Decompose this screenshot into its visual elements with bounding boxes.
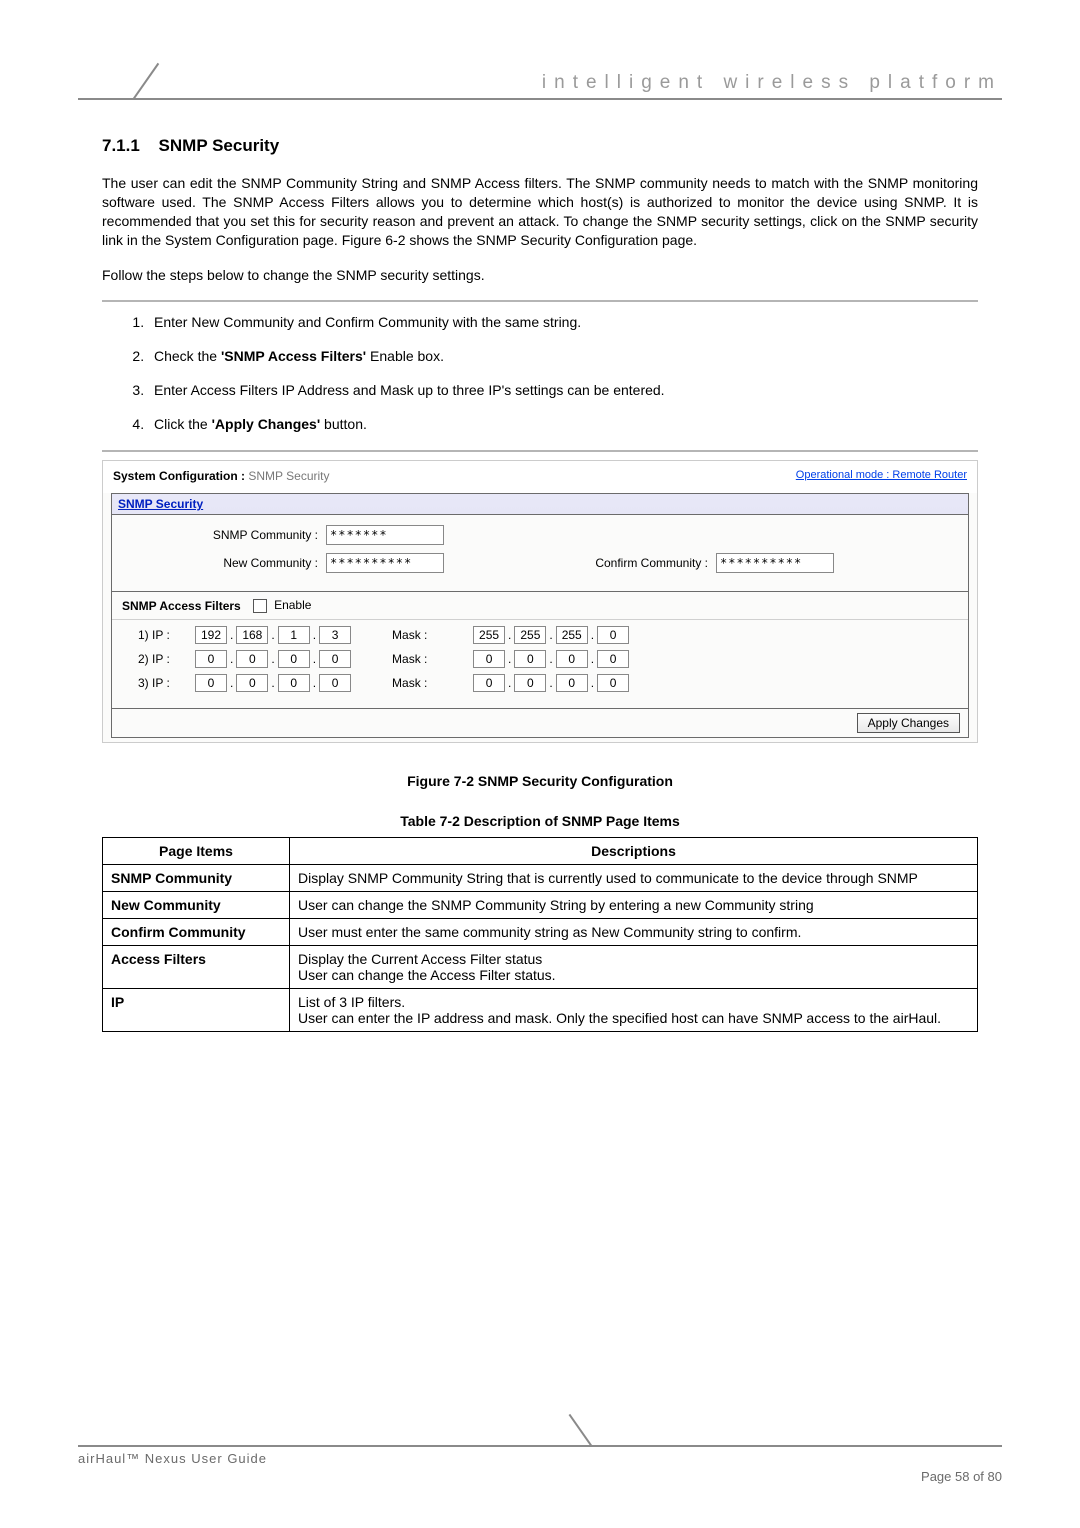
mask-octet-input[interactable]: 0	[473, 650, 505, 668]
table-row: IPList of 3 IP filters.User can enter th…	[103, 989, 978, 1032]
ip-octet-input[interactable]: 0	[236, 650, 268, 668]
table-item-cell: IP	[103, 989, 290, 1032]
step-4: Click the 'Apply Changes' button.	[148, 416, 978, 432]
mask-label: Mask :	[352, 676, 472, 690]
ip-octet-input[interactable]: 0	[236, 674, 268, 692]
ip-row-label: 1) IP :	[138, 628, 194, 642]
ip-octet-input[interactable]: 0	[195, 650, 227, 668]
paragraph-2: Follow the steps below to change the SNM…	[102, 266, 978, 285]
mask-label: Mask :	[352, 652, 472, 666]
steps-top-rule	[102, 300, 978, 302]
new-community-field[interactable]: **********	[326, 553, 444, 573]
footer-left: airHaul™ Nexus User Guide	[78, 1451, 267, 1466]
steps-bottom-rule	[102, 450, 978, 452]
confirm-community-field[interactable]: **********	[716, 553, 834, 573]
ip-octet-input[interactable]: 1	[278, 626, 310, 644]
table-item-cell: Access Filters	[103, 946, 290, 989]
ip-octet-input[interactable]: 0	[195, 674, 227, 692]
mask-octet-input[interactable]: 0	[473, 674, 505, 692]
table-row: SNMP CommunityDisplay SNMP Community Str…	[103, 865, 978, 892]
table-row: New CommunityUser can change the SNMP Co…	[103, 892, 978, 919]
mask-octet-input[interactable]: 0	[514, 650, 546, 668]
table-item-cell: New Community	[103, 892, 290, 919]
syscfg-label: System Configuration :	[113, 469, 245, 483]
paragraph-1: The user can edit the SNMP Community Str…	[102, 174, 978, 250]
mask-octet-input[interactable]: 0	[597, 674, 629, 692]
mask-octet-input[interactable]: 0	[556, 674, 588, 692]
table-desc-cell: Display the Current Access Filter status…	[290, 946, 978, 989]
mask-octet-input[interactable]: 0	[556, 650, 588, 668]
section-heading: 7.1.1 SNMP Security	[102, 136, 1002, 156]
ip-row-label: 2) IP :	[138, 652, 194, 666]
section-number: 7.1.1	[102, 136, 140, 155]
ip-row-label: 3) IP :	[138, 676, 194, 690]
ip-filter-row: 1) IP :192.168.1.3Mask :255.255.255.0	[138, 626, 948, 644]
syscfg-page: SNMP Security	[248, 469, 329, 483]
table-item-cell: SNMP Community	[103, 865, 290, 892]
operational-mode-link[interactable]: Operational mode : Remote Router	[796, 469, 967, 483]
mask-octet-input[interactable]: 0	[597, 650, 629, 668]
ip-octet-input[interactable]: 0	[319, 650, 351, 668]
steps-list: Enter New Community and Confirm Communit…	[138, 314, 978, 432]
ip-octet-input[interactable]: 0	[278, 650, 310, 668]
enable-label: Enable	[274, 598, 311, 612]
table-desc-cell: List of 3 IP filters.User can enter the …	[290, 989, 978, 1032]
ip-filter-row: 2) IP :0.0.0.0Mask :0.0.0.0	[138, 650, 948, 668]
apply-changes-button[interactable]: Apply Changes	[857, 713, 960, 733]
table-caption: Table 7-2 Description of SNMP Page Items	[78, 813, 1002, 829]
access-filters-label: SNMP Access Filters	[122, 599, 241, 613]
ip-octet-input[interactable]: 0	[319, 674, 351, 692]
enable-checkbox[interactable]	[253, 599, 267, 613]
mask-octet-input[interactable]: 255	[556, 626, 588, 644]
header-tagline: intelligent wireless platform	[542, 72, 1002, 94]
section-title-text: SNMP Security	[159, 136, 280, 155]
table-desc-cell: User can change the SNMP Community Strin…	[290, 892, 978, 919]
snmp-community-label: SNMP Community :	[126, 528, 326, 542]
table-desc-cell: Display SNMP Community String that is cu…	[290, 865, 978, 892]
mask-octet-input[interactable]: 0	[597, 626, 629, 644]
step-2: Check the 'SNMP Access Filters' Enable b…	[148, 348, 978, 364]
description-table: Page Items Descriptions SNMP CommunityDi…	[102, 837, 978, 1032]
mask-label: Mask :	[352, 628, 472, 642]
figure-caption: Figure 7-2 SNMP Security Configuration	[78, 773, 1002, 789]
header-rule	[78, 98, 1002, 100]
header-diagonal	[132, 63, 159, 100]
table-row: Access FiltersDisplay the Current Access…	[103, 946, 978, 989]
page-footer: airHaul™ Nexus User Guide Page 58 of 80	[78, 1445, 1002, 1484]
ip-filter-row: 3) IP :0.0.0.0Mask :0.0.0.0	[138, 674, 948, 692]
snmp-community-field[interactable]: *******	[326, 525, 444, 545]
new-community-label: New Community :	[126, 556, 326, 570]
mask-octet-input[interactable]: 255	[514, 626, 546, 644]
panel-box-title: SNMP Security	[112, 494, 968, 515]
ip-octet-input[interactable]: 192	[195, 626, 227, 644]
ip-octet-input[interactable]: 168	[236, 626, 268, 644]
table-item-cell: Confirm Community	[103, 919, 290, 946]
footer-right: Page 58 of 80	[921, 1469, 1002, 1484]
mask-octet-input[interactable]: 0	[514, 674, 546, 692]
mask-octet-input[interactable]: 255	[473, 626, 505, 644]
step-3: Enter Access Filters IP Address and Mask…	[148, 382, 978, 398]
confirm-community-label: Confirm Community :	[595, 556, 716, 570]
table-row: Confirm CommunityUser must enter the sam…	[103, 919, 978, 946]
ip-octet-input[interactable]: 3	[319, 626, 351, 644]
table-head-items: Page Items	[103, 838, 290, 865]
table-desc-cell: User must enter the same community strin…	[290, 919, 978, 946]
step-1: Enter New Community and Confirm Communit…	[148, 314, 978, 330]
ip-octet-input[interactable]: 0	[278, 674, 310, 692]
table-head-desc: Descriptions	[290, 838, 978, 865]
snmp-config-screenshot: System Configuration : SNMP Security Ope…	[102, 460, 978, 743]
